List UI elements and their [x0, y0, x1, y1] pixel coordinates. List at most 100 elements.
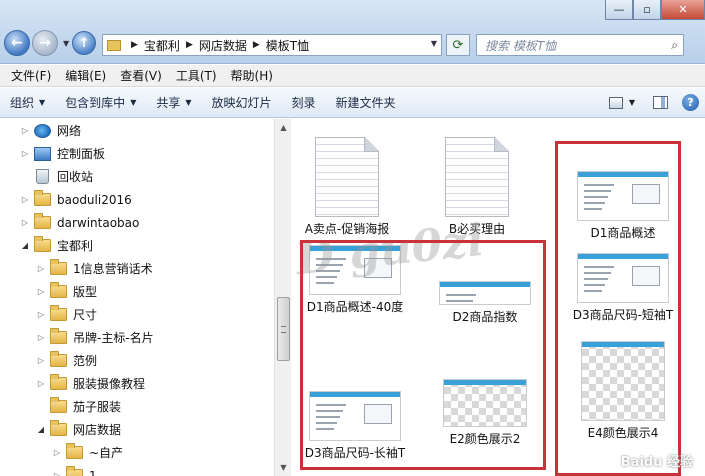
scroll-down-icon[interactable]: ▼	[275, 459, 292, 476]
image-thumbnail	[577, 171, 669, 221]
expand-icon[interactable]: ▷	[36, 356, 46, 365]
tree-item[interactable]: 回收站	[20, 165, 93, 188]
file-name: D1商品概述-40度	[306, 300, 404, 314]
address-dropdown-icon[interactable]: ▼	[431, 39, 437, 48]
tree-item[interactable]: ▷ 版型	[36, 280, 97, 303]
file-item[interactable]: E4颜色展示4	[568, 341, 678, 441]
tree-item[interactable]: ▷ 尺寸	[36, 303, 97, 326]
toolbar-button[interactable]: 共享 ▼	[156, 94, 191, 111]
network-icon	[34, 123, 51, 138]
address-bar[interactable]: ▶ 宝都利 ▶ 网店数据 ▶ 模板T恤 ▼	[102, 34, 442, 56]
dropdown-arrow-icon: ▼	[130, 98, 137, 107]
breadcrumb-separator-icon[interactable]: ▶	[186, 40, 193, 50]
thumbnail-header	[582, 342, 664, 347]
tree-item[interactable]: 茄子服装	[36, 395, 121, 418]
tree-item[interactable]: ◢ 宝都利	[20, 234, 93, 257]
thumbnail-line	[584, 184, 614, 186]
navigation-scrollbar[interactable]: ▲ ▼	[274, 119, 291, 476]
breadcrumb-item[interactable]: 宝都利	[144, 37, 180, 54]
maximize-button[interactable]: ▫	[633, 0, 661, 20]
back-button[interactable]: ←	[4, 30, 30, 56]
file-item[interactable]: E2颜色展示2	[430, 379, 540, 447]
expand-icon[interactable]: ▷	[36, 264, 46, 273]
thumbnail-line	[316, 410, 343, 412]
tree-item[interactable]: ▷ 吊牌-主标-名片	[36, 326, 154, 349]
refresh-button[interactable]: ⟳	[446, 34, 470, 56]
collapse-icon[interactable]: ◢	[20, 241, 30, 250]
file-item[interactable]: D2商品指数	[430, 267, 540, 325]
expand-icon[interactable]: ▷	[20, 149, 30, 158]
file-item[interactable]: D1商品概述	[568, 171, 678, 241]
menu-item[interactable]: 文件(F)	[4, 67, 58, 84]
close-button[interactable]: ✕	[661, 0, 705, 20]
toolbar-items: 组织 ▼ 包含到库中 ▼ 共享 ▼ 放映幻灯片 刻录 新建文件夹	[10, 94, 416, 111]
file-item[interactable]: D3商品尺码-长袖T	[300, 391, 410, 461]
expand-icon[interactable]: ▷	[36, 287, 46, 296]
toolbar-button[interactable]: 组织 ▼	[10, 94, 45, 111]
file-name: D3商品尺码-短袖T	[572, 308, 674, 322]
thumbnail-figure	[632, 266, 660, 286]
breadcrumb-separator-icon[interactable]: ▶	[131, 40, 138, 50]
toolbar-button[interactable]: 新建文件夹	[336, 94, 396, 111]
menu-item[interactable]: 工具(T)	[169, 67, 224, 84]
navigation-pane: ▷ 网络 ▷ 控制面板 回收站 ▷ baoduli2016 ▷ darwintaobao ◢ 宝都利…	[0, 119, 274, 476]
tree-item-label: 宝都利	[57, 239, 94, 253]
up-button[interactable]: ↑	[72, 31, 97, 55]
breadcrumb-item[interactable]: 模板T恤	[266, 37, 309, 54]
expand-icon[interactable]: ▷	[20, 218, 30, 227]
scroll-up-icon[interactable]: ▲	[275, 119, 292, 136]
file-name: D1商品概述	[590, 226, 656, 240]
tree-item[interactable]: ▷ 1	[52, 464, 97, 476]
tree-item[interactable]: ▷ 网络	[20, 119, 81, 142]
thumbnail-line	[584, 272, 611, 274]
thumbnail-header	[578, 254, 668, 259]
breadcrumb-separator-icon[interactable]: ▶	[253, 40, 260, 50]
collapse-icon[interactable]: ◢	[36, 425, 46, 434]
file-item[interactable]: A卖点-促销海报	[292, 137, 402, 237]
expand-icon[interactable]: ▷	[20, 126, 30, 135]
expand-icon[interactable]: ▷	[52, 448, 62, 457]
minimize-button[interactable]: —	[605, 0, 633, 20]
tree-item[interactable]: ▷ 1信息营销话术	[36, 257, 153, 280]
thumbnail-header	[444, 380, 526, 385]
thumbnail-figure	[364, 258, 392, 278]
expand-icon[interactable]: ▷	[36, 379, 46, 388]
tree-item[interactable]: ▷ 控制面板	[20, 142, 105, 165]
dropdown-arrow-icon: ▼	[39, 98, 46, 107]
tree-item[interactable]: ▷ ~自产	[52, 441, 123, 464]
search-input[interactable]: 搜索 模板T恤 ⌕	[476, 34, 684, 56]
view-dropdown-icon[interactable]: ▼	[629, 98, 635, 107]
preview-pane-icon[interactable]	[653, 96, 668, 109]
toolbar-button[interactable]: 包含到库中 ▼	[65, 94, 136, 111]
toolbar-button[interactable]: 刻录	[292, 94, 316, 111]
menu-item[interactable]: 帮助(H)	[224, 67, 280, 84]
toolbar-button[interactable]: 放映幻灯片	[212, 94, 272, 111]
recent-pages-dropdown[interactable]: ▼	[63, 39, 69, 48]
expand-icon[interactable]: ▷	[36, 333, 46, 342]
folder-icon	[107, 39, 121, 51]
menu-item[interactable]: 查看(V)	[113, 67, 169, 84]
tree-item[interactable]: ◢ 网店数据	[36, 418, 121, 441]
tree-item[interactable]: ▷ 服装摄像教程	[36, 372, 145, 395]
expand-icon[interactable]: ▷	[52, 471, 62, 476]
breadcrumb-item[interactable]: 网店数据	[199, 37, 247, 54]
tree-item[interactable]: ▷ baoduli2016	[20, 188, 132, 211]
forward-button[interactable]: →	[32, 30, 58, 56]
file-item[interactable]: D3商品尺码-短袖T	[568, 253, 678, 323]
change-view-icon[interactable]	[608, 96, 623, 109]
search-icon[interactable]: ⌕	[671, 38, 678, 53]
file-item[interactable]: D1商品概述-40度	[300, 245, 410, 315]
scrollbar-thumb[interactable]	[277, 297, 290, 361]
folder-icon	[50, 328, 67, 344]
help-icon[interactable]: ?	[682, 94, 699, 111]
tree-item[interactable]: ▷ 范例	[36, 349, 97, 372]
expand-icon[interactable]: ▷	[20, 195, 30, 204]
file-name: D2商品指数	[452, 310, 518, 324]
expand-icon[interactable]: ▷	[36, 310, 46, 319]
tree-item[interactable]: ▷ darwintaobao	[20, 211, 139, 234]
file-item[interactable]: B必买理由	[422, 137, 532, 237]
menu-item[interactable]: 编辑(E)	[58, 67, 113, 84]
dropdown-arrow-icon: ▼	[185, 98, 192, 107]
tree-item-label: 网络	[57, 124, 82, 138]
toolbar-button-label: 包含到库中	[65, 96, 126, 110]
